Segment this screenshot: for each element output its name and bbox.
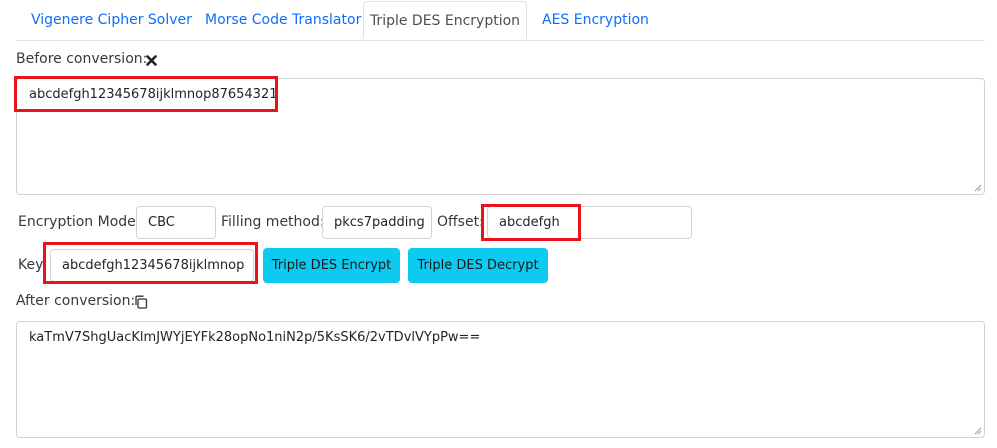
input-text: abcdefgh12345678ijklmnop87654321 — [29, 87, 278, 102]
offset-label: Offset: — [437, 214, 484, 230]
offset-field[interactable]: abcdefgh — [487, 206, 692, 239]
mode-label: Encryption Mode: — [18, 214, 141, 230]
mode-field[interactable]: CBC — [136, 206, 216, 239]
encrypt-button[interactable]: Triple DES Encrypt — [263, 248, 400, 283]
key-label: Key: — [18, 257, 48, 273]
output-label: After conversion: — [16, 293, 136, 309]
resize-grip-icon[interactable] — [974, 184, 982, 192]
tab-morse[interactable]: Morse Code Translator — [205, 1, 361, 39]
tab-vigenere[interactable]: Vigenere Cipher Solver — [31, 1, 192, 39]
copy-icon[interactable] — [134, 295, 148, 309]
input-label: Before conversion: — [16, 51, 148, 67]
resize-grip-icon[interactable] — [974, 427, 982, 435]
input-textarea[interactable]: abcdefgh12345678ijklmnop87654321 — [16, 78, 985, 195]
output-textarea[interactable]: kaTmV7ShgUacKlmJWYjEYFk28opNo1niN2p/5KsS… — [16, 321, 985, 438]
key-field[interactable]: abcdefgh12345678ijklmnop — [50, 249, 254, 282]
tab-triple-des[interactable]: Triple DES Encryption — [363, 1, 527, 39]
output-text: kaTmV7ShgUacKlmJWYjEYFk28opNo1niN2p/5KsS… — [29, 330, 481, 345]
tab-bar: Vigenere Cipher Solver Morse Code Transl… — [16, 0, 985, 41]
tab-aes[interactable]: AES Encryption — [542, 1, 649, 39]
close-x-icon[interactable] — [146, 55, 157, 66]
padding-label: Filling method: — [221, 214, 325, 230]
padding-field[interactable]: pkcs7padding — [322, 206, 432, 239]
decrypt-button[interactable]: Triple DES Decrypt — [408, 248, 548, 283]
